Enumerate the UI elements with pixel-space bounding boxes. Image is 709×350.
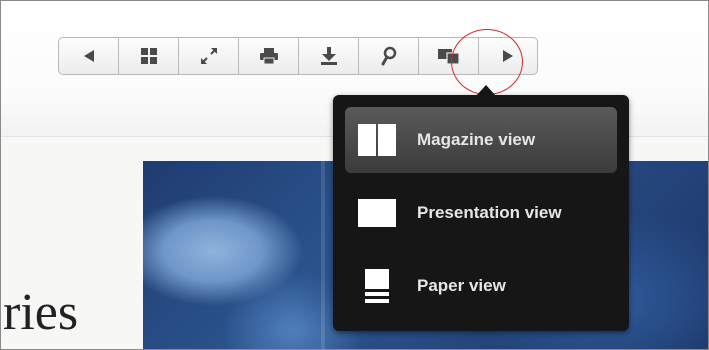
menu-item-paper-view[interactable]: Paper view [345,253,617,319]
page-crease [321,161,325,349]
paper-view-icon [357,266,397,306]
thumbnails-button[interactable] [118,37,178,75]
magnifier-icon [380,46,398,66]
download-icon [319,46,339,66]
view-mode-icon [437,47,461,65]
document-title-fragment: ries [3,284,79,341]
menu-item-label: Presentation view [417,203,562,222]
menu-item-magazine-view[interactable]: Magazine view [345,107,617,173]
viewer-toolbar [58,37,538,77]
previous-page-button[interactable] [58,37,118,75]
presentation-view-icon [357,193,397,233]
view-mode-button[interactable] [418,37,478,75]
left-triangle-icon [82,49,96,63]
download-button[interactable] [298,37,358,75]
document-viewer: ries Magazine view Presentation view Pap… [0,0,709,350]
right-triangle-icon [501,49,515,63]
grid-icon [140,47,158,65]
view-mode-menu: Magazine view Presentation view Paper vi… [333,95,629,331]
menu-item-label: Paper view [417,276,506,295]
next-page-button[interactable] [478,37,538,75]
printer-icon [259,47,279,65]
fullscreen-button[interactable] [178,37,238,75]
magazine-view-icon [357,120,397,160]
expand-arrows-icon [200,47,218,65]
print-button[interactable] [238,37,298,75]
menu-item-presentation-view[interactable]: Presentation view [345,180,617,246]
menu-item-label: Magazine view [417,130,536,149]
search-button[interactable] [358,37,418,75]
